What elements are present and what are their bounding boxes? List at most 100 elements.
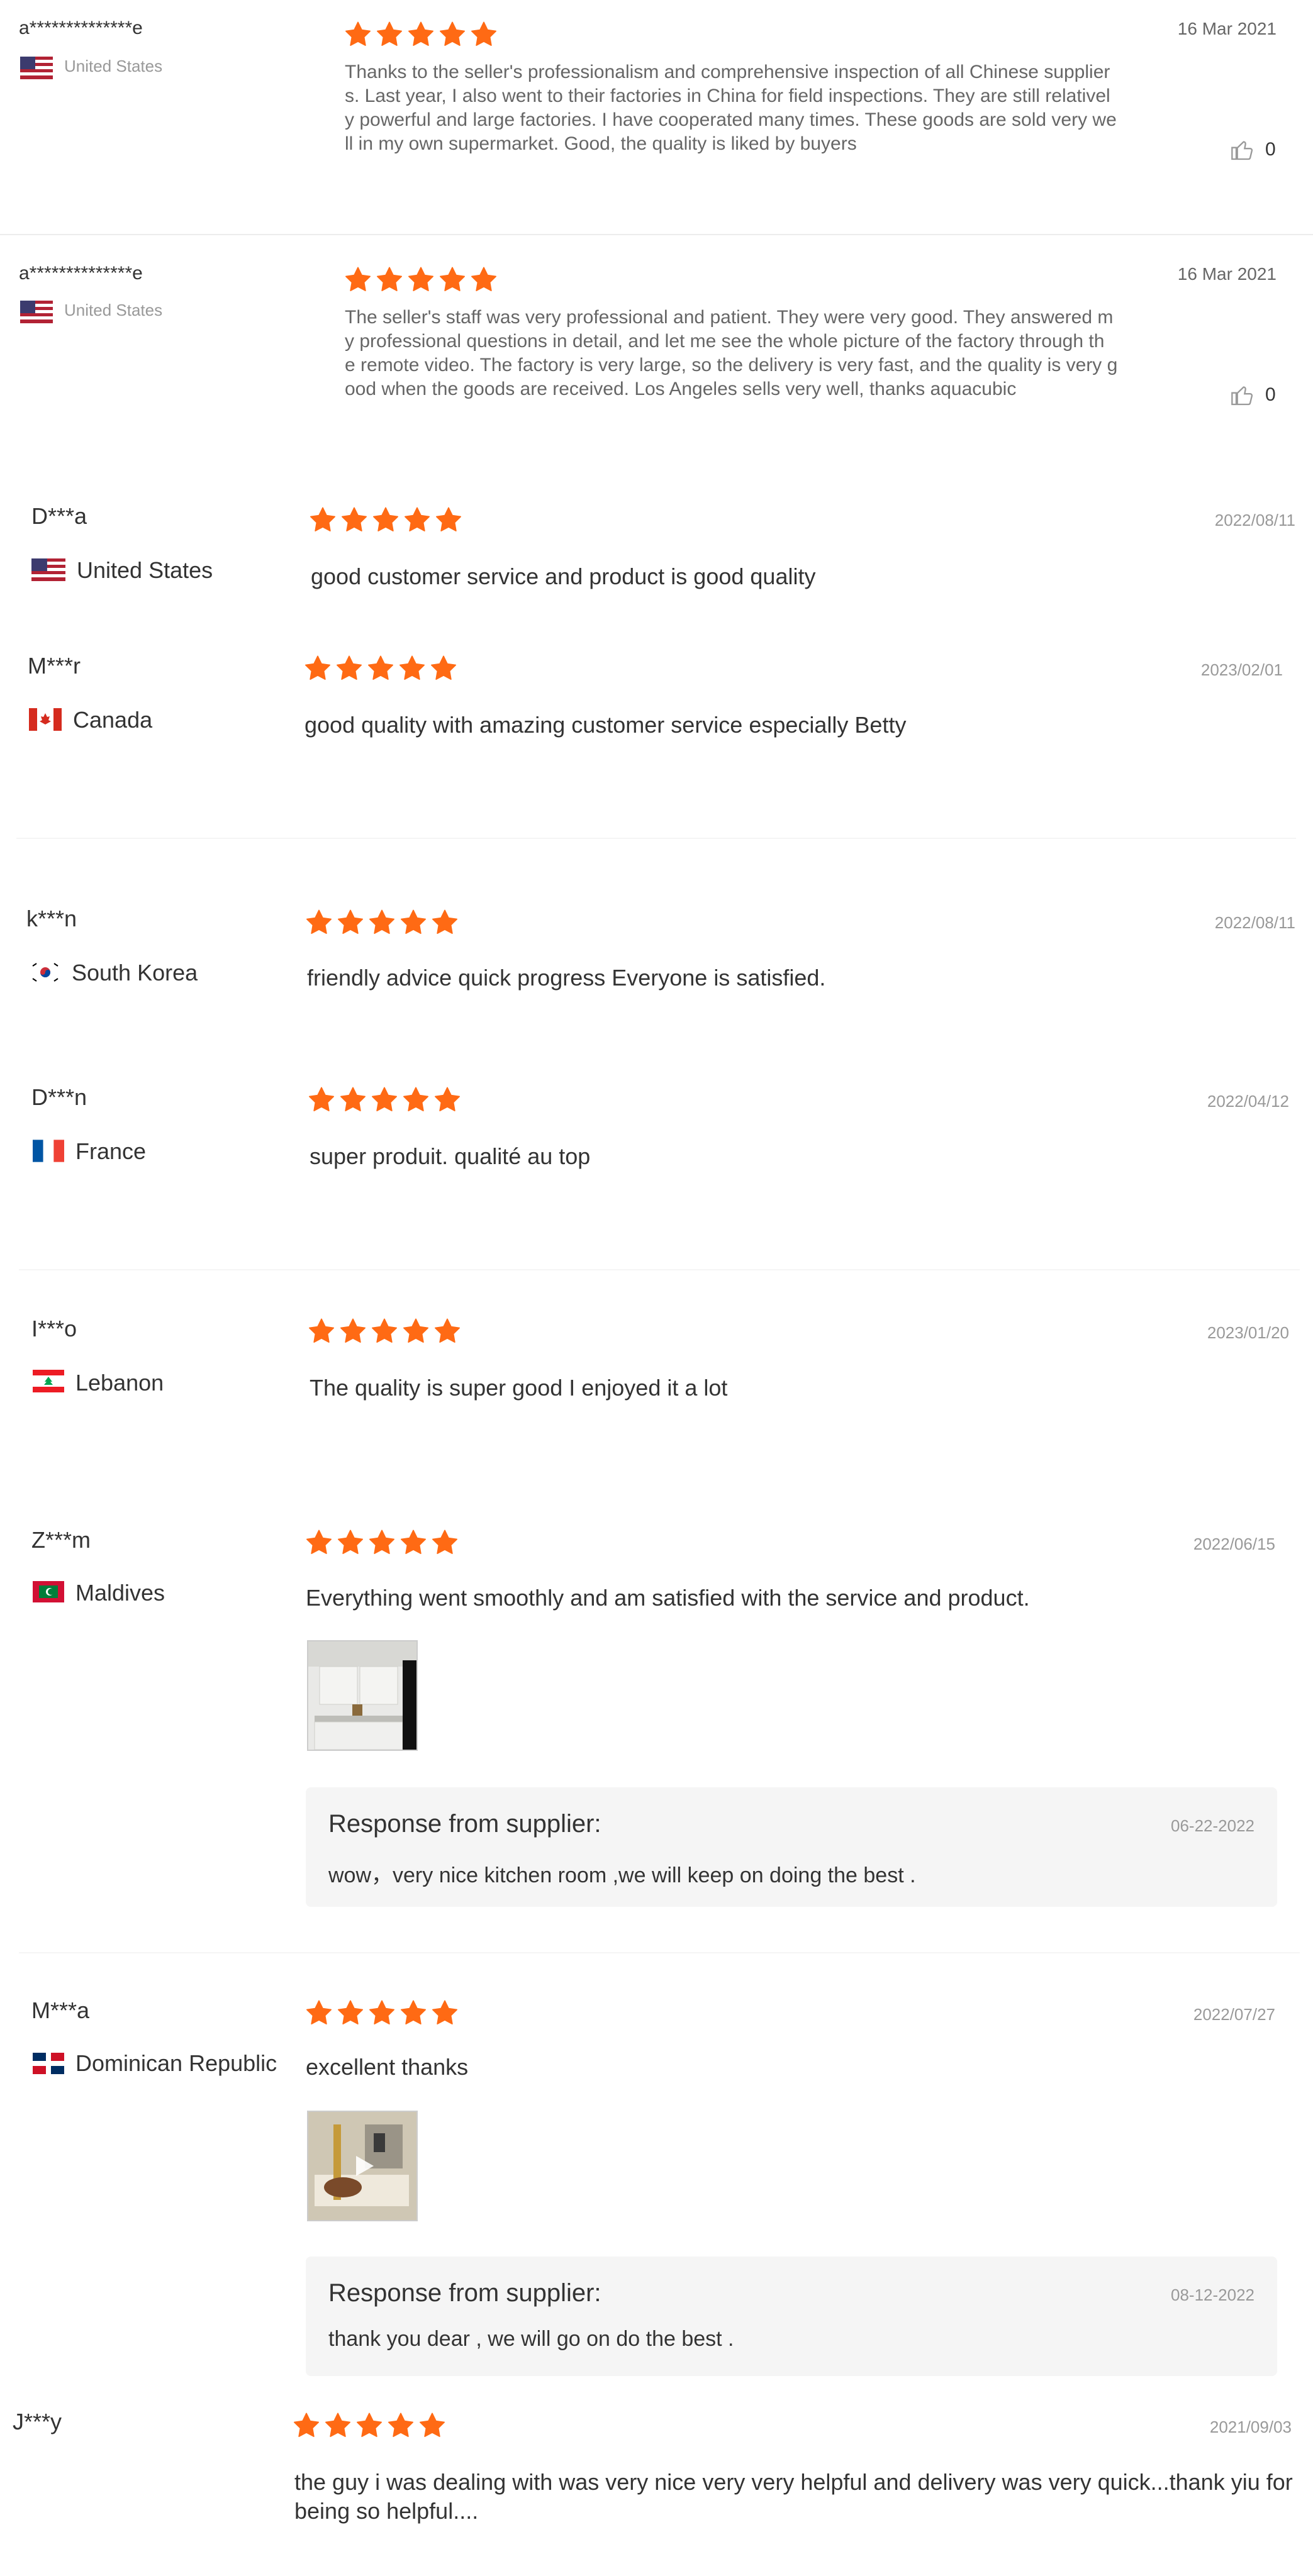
reviewer-country: Lebanon [75, 1370, 164, 1396]
us-flag-icon [20, 301, 53, 323]
star-icon [345, 21, 371, 46]
star-icon [432, 1530, 457, 1554]
star-icon [369, 1530, 394, 1554]
star-icon [338, 1530, 363, 1554]
reviewer-country: United States [64, 301, 163, 319]
review-text: excellent thanks [306, 2054, 469, 2080]
response-title: Response from supplier: [328, 2279, 601, 2307]
rating-stars [306, 1530, 463, 1555]
star-icon [403, 1318, 428, 1343]
reviewer-name: k***n [26, 906, 77, 931]
divider [0, 234, 1313, 235]
star-icon [306, 1530, 332, 1554]
star-icon [338, 2000, 363, 2024]
review-text: Thanks to the seller's professionalism a… [345, 62, 1117, 154]
rating-stars [310, 507, 467, 532]
star-icon [306, 909, 332, 934]
star-icon [368, 655, 393, 680]
reviewer-country: Maldives [75, 1580, 165, 1606]
reviewer-country: United States [64, 57, 163, 75]
rating-stars [305, 655, 462, 680]
review-text: friendly advice quick progress Everyone … [307, 965, 826, 991]
star-icon [342, 507, 367, 531]
reviewer-name: I***o [31, 1316, 77, 1341]
star-icon [338, 909, 363, 934]
canada-flag-icon [29, 708, 62, 731]
divider [19, 1269, 1300, 1270]
rating-stars [293, 2412, 450, 2438]
star-icon [294, 2412, 319, 2437]
review-date: 16 Mar 2021 [1177, 264, 1277, 284]
review-text: good quality with amazing customer servi… [305, 712, 907, 738]
rating-stars [306, 909, 463, 935]
review-text: The quality is super good I enjoyed it a… [310, 1375, 728, 1401]
response-date: 08-12-2022 [1171, 2285, 1254, 2304]
star-icon [436, 507, 461, 531]
reviewer-name: a**************e [19, 18, 143, 38]
star-icon [440, 267, 465, 291]
star-icon [440, 21, 465, 46]
star-icon [340, 1318, 366, 1343]
reviewer-name: J***y [13, 2409, 62, 2434]
divider [16, 838, 1296, 839]
star-icon [372, 1318, 397, 1343]
star-icon [325, 2412, 350, 2437]
supplier-response: Response from supplier: 08-12-2022 thank… [306, 2257, 1277, 2376]
star-icon [357, 2412, 382, 2437]
south-korea-flag-icon [29, 961, 62, 984]
star-icon [377, 21, 402, 46]
review-date: 2022/04/12 [1207, 1092, 1289, 1111]
star-icon [377, 267, 402, 291]
review-text: good customer service and product is goo… [311, 564, 816, 589]
divider [19, 1952, 1300, 1953]
star-icon [403, 1087, 428, 1111]
star-icon [432, 909, 457, 934]
star-icon [310, 507, 335, 531]
star-icon [405, 507, 430, 531]
star-icon [388, 2412, 413, 2437]
star-icon [408, 21, 433, 46]
like-button[interactable]: 0 [1230, 137, 1276, 162]
star-icon [372, 1087, 397, 1111]
reviewer-name: D***n [31, 1084, 87, 1110]
lebanon-flag-icon [33, 1370, 64, 1392]
star-icon [401, 909, 426, 934]
star-icon [420, 2412, 445, 2437]
like-count: 0 [1265, 384, 1276, 405]
kitchen-photo-thumbnail[interactable] [307, 1640, 418, 1751]
review-date: 2023/01/20 [1207, 1323, 1289, 1342]
like-button[interactable]: 0 [1230, 382, 1276, 408]
review-date: 2023/02/01 [1200, 660, 1283, 679]
reviewer-country: United States [77, 557, 213, 583]
response-title: Response from supplier: [328, 1810, 601, 1838]
star-icon [373, 507, 398, 531]
star-icon [306, 2000, 332, 2024]
star-icon [401, 1530, 426, 1554]
star-icon [337, 655, 362, 680]
rating-stars [308, 1087, 466, 1112]
review-text: super produit. qualité au top [310, 1143, 591, 1169]
review-date: 2021/09/03 [1209, 2418, 1292, 2436]
supplier-response: Response from supplier: 06-22-2022 wow，v… [306, 1787, 1277, 1907]
us-flag-icon [20, 57, 53, 79]
maldives-flag-icon [33, 1581, 64, 1602]
reviewer-country: Canada [73, 707, 153, 733]
rating-stars [345, 267, 502, 292]
star-icon [345, 267, 371, 291]
star-icon [435, 1087, 460, 1111]
thumbs-up-icon [1231, 141, 1253, 160]
video-thumbnail[interactable] [307, 2111, 418, 2221]
like-count: 0 [1265, 139, 1276, 160]
reviewer-name: M***r [28, 653, 81, 679]
review-date: 2022/06/15 [1193, 1535, 1275, 1553]
star-icon [431, 655, 456, 680]
response-text: thank you dear , we will go on do the be… [328, 2327, 734, 2351]
star-icon [435, 1318, 460, 1343]
review-date: 2022/07/27 [1193, 2005, 1275, 2024]
response-date: 06-22-2022 [1171, 1816, 1254, 1835]
star-icon [369, 2000, 394, 2024]
review-date: 16 Mar 2021 [1177, 19, 1277, 38]
star-icon [309, 1087, 334, 1111]
star-icon [369, 909, 394, 934]
reviewer-name: a**************e [19, 263, 143, 284]
